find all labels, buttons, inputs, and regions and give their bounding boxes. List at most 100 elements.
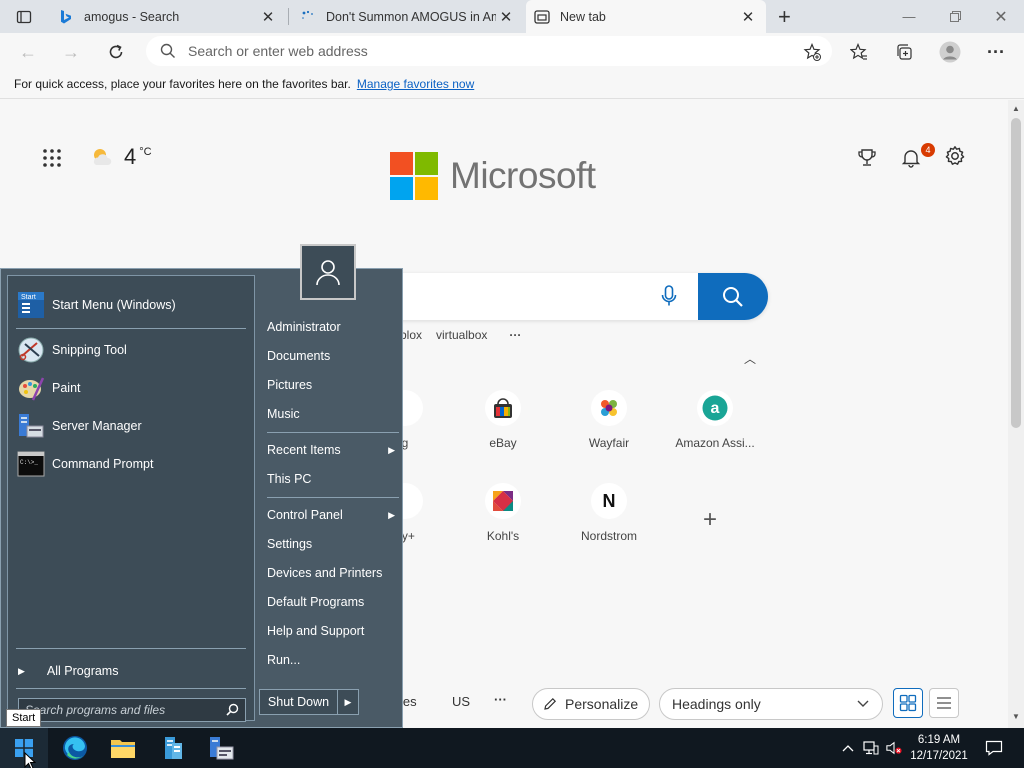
taskbar-edge[interactable] (51, 728, 99, 768)
program-command-prompt[interactable]: C:\>_ Command Prompt (16, 447, 153, 481)
program-search-input[interactable]: Search programs and files (18, 698, 246, 722)
all-programs-button[interactable]: ▶ All Programs (18, 654, 118, 688)
clock-time: 6:19 AM (917, 734, 961, 746)
chevron-up-icon: ︿ (744, 352, 757, 366)
place-help-support[interactable]: Help and Support (267, 618, 399, 644)
tray-overflow-icon[interactable] (840, 740, 856, 756)
place-run[interactable]: Run... (267, 647, 399, 673)
place-devices-printers[interactable]: Devices and Printers (267, 560, 399, 586)
close-icon: ✕ (994, 8, 1008, 26)
favorites-button[interactable] (843, 36, 875, 68)
personalize-button[interactable]: Personalize (532, 688, 650, 720)
manage-favorites-link[interactable]: Manage favorites now (357, 77, 474, 91)
user-picture[interactable] (300, 244, 356, 300)
toolbar: ← → Search or enter web address ··· (0, 33, 1024, 70)
tab-actions-button[interactable] (8, 0, 40, 33)
place-administrator[interactable]: Administrator (267, 314, 399, 340)
tab-title: Don't Summon AMOGUS in Among (326, 9, 496, 24)
server-window-icon (210, 737, 234, 760)
address-input[interactable]: Search or enter web address (146, 36, 832, 66)
feed-more-icon[interactable]: ··· (494, 692, 507, 707)
list-view-icon (937, 697, 951, 709)
place-label: Documents (267, 349, 331, 363)
close-tab-icon[interactable]: ✕ (258, 8, 278, 26)
taskbar-server-manager-window[interactable] (197, 728, 245, 768)
collections-icon (897, 44, 912, 60)
program-server-manager[interactable]: Server Manager (16, 409, 142, 443)
start-button[interactable] (0, 728, 48, 768)
weather-widget[interactable]: 4 °C (90, 144, 152, 170)
tab-amogus-search[interactable]: amogus - Search ✕ (50, 0, 286, 33)
taskbar-file-explorer[interactable] (99, 728, 147, 768)
place-pictures[interactable]: Pictures (267, 372, 399, 398)
quick-link-tile[interactable]: Kohl's (453, 483, 553, 543)
layout-select[interactable]: Headings only (659, 688, 883, 720)
close-window-button[interactable]: ✕ (978, 0, 1024, 33)
refresh-button[interactable] (100, 36, 132, 68)
back-button[interactable]: ← (12, 36, 44, 68)
search-submit-button[interactable] (698, 273, 768, 320)
taskbar-server-manager[interactable] (148, 728, 196, 768)
refresh-icon (109, 44, 123, 59)
shutdown-options-icon[interactable]: ▶ (338, 697, 358, 708)
more-icon: ··· (987, 41, 1005, 62)
rewards-button[interactable] (851, 142, 883, 174)
tab-title: amogus - Search (84, 9, 180, 24)
loading-icon (300, 9, 316, 25)
add-favorite-button[interactable] (796, 36, 828, 68)
grid-view-button[interactable] (893, 688, 923, 718)
tile-label: Wayfair (588, 436, 630, 450)
submenu-arrow-icon: ▶ (388, 444, 395, 455)
program-snipping-tool[interactable]: Snipping Tool (16, 333, 127, 367)
place-this-pc[interactable]: This PC (267, 466, 399, 492)
shutdown-button[interactable]: Shut Down ▶ (259, 689, 359, 715)
program-paint[interactable]: Paint (16, 371, 81, 405)
place-documents[interactable]: Documents (267, 343, 399, 369)
program-start-menu[interactable]: Start Start Menu (Windows) (16, 288, 176, 322)
place-label: Pictures (267, 378, 313, 392)
quick-link-tile[interactable]: eBay (453, 390, 553, 450)
quick-link-tile[interactable]: N Nordstrom (559, 483, 659, 543)
new-tab-button[interactable]: + (770, 0, 798, 33)
add-shortcut-button[interactable]: + (703, 506, 717, 534)
place-default-programs[interactable]: Default Programs (267, 589, 399, 615)
quick-link-tile[interactable]: a Amazon Assi... (665, 390, 765, 450)
scroll-thumb[interactable] (1011, 118, 1021, 428)
favorites-icon (850, 43, 867, 60)
voice-search-button[interactable] (660, 284, 678, 311)
trending-item[interactable]: virtualbox (436, 328, 487, 342)
tile-label: Kohl's (486, 529, 520, 543)
scroll-down-icon[interactable]: ▼ (1012, 712, 1020, 721)
tab-new-tab[interactable]: New tab ✕ (526, 0, 766, 33)
restore-button[interactable] (932, 0, 978, 33)
tab-amogus-video[interactable]: Don't Summon AMOGUS in Among ✕ (292, 0, 524, 33)
feed-region[interactable]: US (452, 694, 470, 709)
place-music[interactable]: Music (267, 401, 399, 427)
profile-button[interactable] (934, 36, 966, 68)
page-settings-button[interactable] (939, 140, 971, 172)
collections-button[interactable] (888, 36, 920, 68)
app-launcher-button[interactable] (42, 148, 62, 171)
place-control-panel[interactable]: Control Panel ▶ (267, 502, 399, 528)
settings-menu-button[interactable]: ··· (980, 36, 1012, 68)
collapse-quick-links-button[interactable]: ︿ (744, 350, 756, 367)
all-programs-label: All Programs (46, 664, 119, 678)
close-tab-icon[interactable]: ✕ (738, 8, 758, 26)
close-tab-icon[interactable]: ✕ (496, 8, 516, 26)
taskbar-clock[interactable]: 6:19 AM 12/17/2021 (900, 732, 978, 764)
start-menu-programs: Start Start Menu (Windows) Snipping Tool… (7, 275, 255, 722)
place-label: Devices and Printers (267, 566, 383, 580)
svg-text:a: a (711, 400, 720, 417)
more-trending-icon[interactable]: ··· (509, 328, 521, 342)
list-view-button[interactable] (929, 688, 959, 718)
scroll-up-icon[interactable]: ▲ (1012, 104, 1020, 113)
plus-icon: + (778, 3, 791, 29)
action-center-button[interactable] (984, 740, 1004, 756)
minimize-button[interactable]: — (886, 0, 932, 33)
forward-button[interactable]: → (55, 36, 87, 68)
quick-link-tile[interactable]: Wayfair (559, 390, 659, 450)
page-scrollbar[interactable]: ▲ ▼ (1008, 100, 1024, 728)
place-settings[interactable]: Settings (267, 531, 399, 557)
network-icon[interactable] (863, 740, 879, 756)
place-recent-items[interactable]: Recent Items ▶ (267, 437, 399, 463)
